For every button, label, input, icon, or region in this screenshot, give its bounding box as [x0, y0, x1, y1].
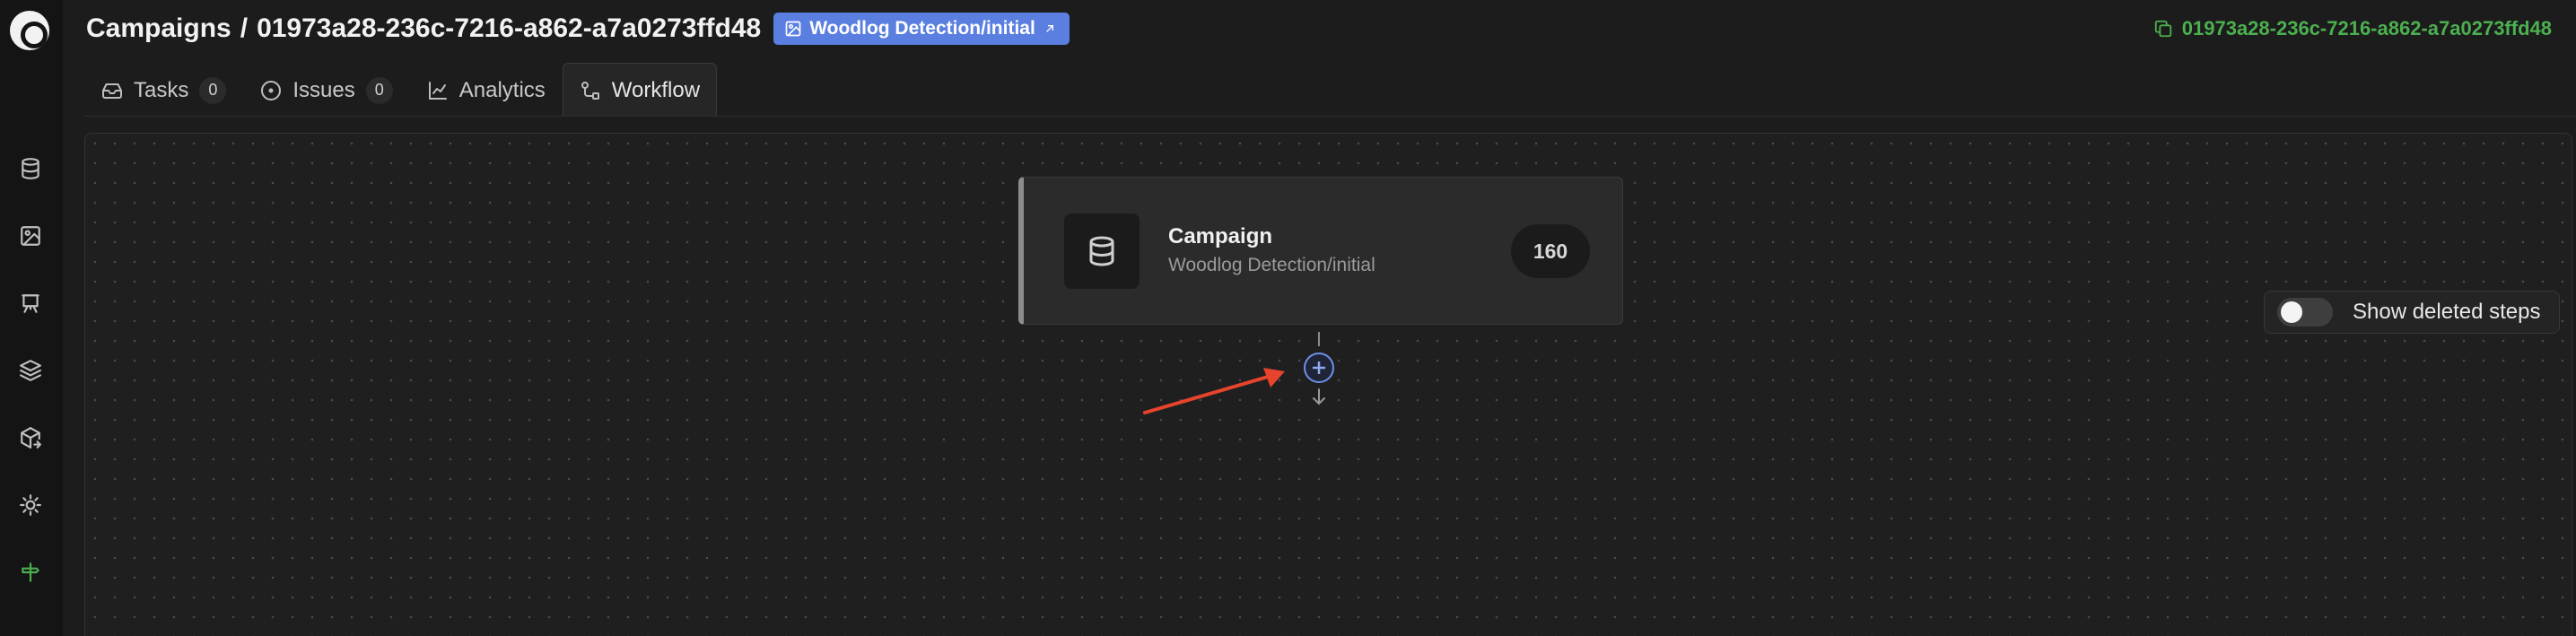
plus-circle-icon: [1313, 362, 1325, 374]
copy-icon: [2154, 20, 2171, 38]
breadcrumb-separator: /: [240, 13, 249, 43]
copy-campaign-id-button[interactable]: 01973a28-236c-7216-a862-a7a0273ffd48: [2153, 14, 2552, 43]
tab-workflow-label: Workflow: [611, 77, 701, 102]
cog-icon[interactable]: [17, 492, 44, 518]
circle-dot-icon: [261, 80, 282, 100]
tab-issues-count: 0: [365, 76, 393, 104]
show-deleted-steps-control: Show deleted steps: [2264, 291, 2560, 334]
app-root: Campaigns / 01973a28-236c-7216-a862-a7a0…: [0, 0, 2576, 636]
tab-analytics-label: Analytics: [458, 77, 546, 102]
campaign-tabs: Tasks 0 Issues 0 Analytics Workflow: [84, 63, 718, 117]
copy-id-label: 01973a28-236c-7216-a862-a7a0273ffd48: [2181, 17, 2552, 39]
layers-icon[interactable]: [17, 357, 44, 384]
tab-analytics[interactable]: Analytics: [410, 63, 563, 117]
left-sidebar: [0, 0, 63, 636]
dataset-badge-label: Woodlog Detection/initial: [809, 18, 1035, 39]
app-logo[interactable]: [10, 11, 49, 50]
breadcrumb: Campaigns / 01973a28-236c-7216-a862-a7a0…: [86, 13, 1070, 45]
breadcrumb-campaigns-link[interactable]: Campaigns: [86, 13, 231, 44]
campaign-id-title: 01973a28-236c-7216-a862-a7a0273ffd48: [257, 13, 762, 43]
campaign-node-subtitle: Woodlog Detection/initial: [1168, 255, 1375, 275]
page-header: Campaigns / 01973a28-236c-7216-a862-a7a0…: [63, 0, 2576, 63]
external-link-icon: [1045, 25, 1053, 32]
tab-workflow[interactable]: Workflow: [562, 63, 718, 117]
add-step-button[interactable]: [1304, 353, 1334, 383]
tab-tasks[interactable]: Tasks 0: [84, 63, 243, 117]
arrow-down-icon: [1310, 388, 1328, 407]
database-icon: [1089, 236, 1114, 266]
campaign-node[interactable]: Campaign Woodlog Detection/initial 160: [1018, 177, 1623, 325]
database-icon[interactable]: [17, 155, 44, 182]
tab-tasks-label: Tasks: [134, 77, 189, 102]
campaign-node-title: Campaign: [1168, 224, 1273, 248]
campaign-node-icon-box: [1064, 213, 1140, 289]
annotation-arrow-icon: [1143, 368, 1285, 414]
node-connector: [1318, 332, 1320, 346]
tab-tasks-count: 0: [199, 76, 227, 104]
box-export-icon[interactable]: [17, 424, 44, 451]
workflow-icon: [581, 81, 599, 100]
line-chart-icon: [428, 81, 447, 100]
inbox-icon: [102, 83, 122, 99]
image-icon: [785, 21, 801, 37]
tab-issues-label: Issues: [293, 77, 355, 102]
tabs-divider: [84, 116, 2576, 117]
dataset-badge[interactable]: Woodlog Detection/initial: [773, 13, 1070, 45]
easel-icon[interactable]: [17, 290, 44, 317]
image-icon[interactable]: [17, 222, 44, 249]
show-deleted-steps-label: Show deleted steps: [2353, 300, 2541, 324]
show-deleted-steps-toggle[interactable]: [2277, 298, 2333, 327]
signpost-icon[interactable]: [17, 559, 44, 586]
campaign-node-count: 160: [1511, 224, 1590, 278]
tab-issues[interactable]: Issues 0: [243, 63, 409, 117]
